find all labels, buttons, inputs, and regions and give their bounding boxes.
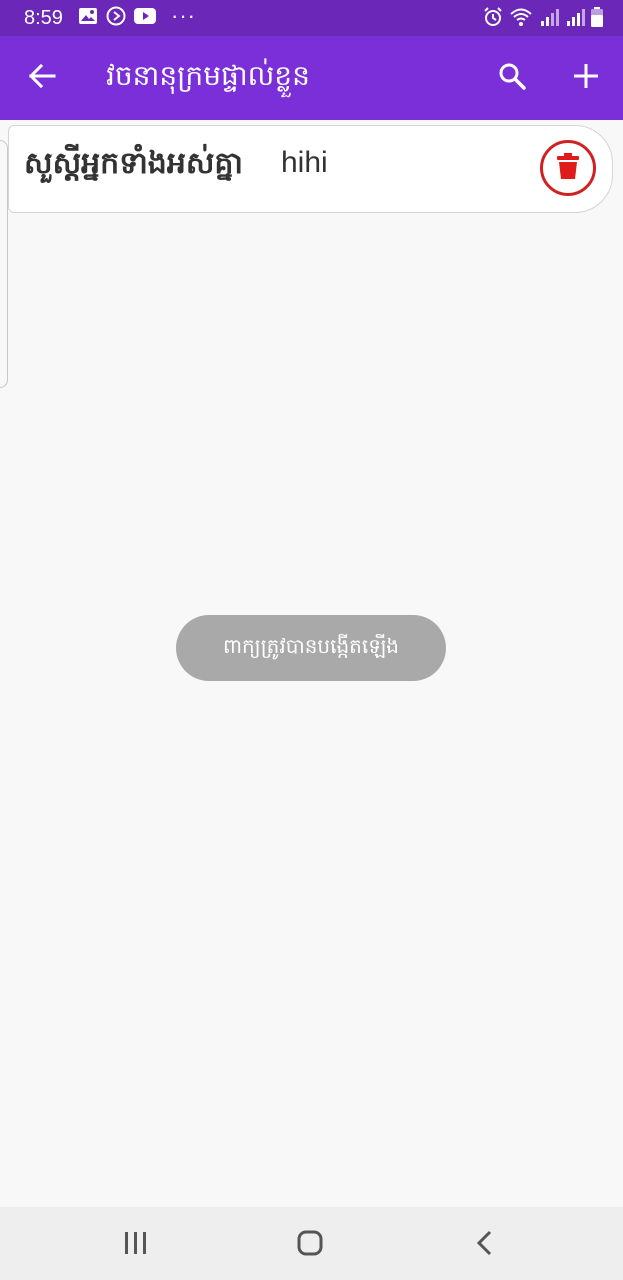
status-bar: 8:59 ··· — [0, 0, 623, 36]
navigation-bar — [0, 1207, 623, 1280]
youtube-icon — [134, 7, 156, 29]
entry-meaning: hihi — [281, 146, 328, 179]
alarm-icon — [483, 7, 503, 32]
home-icon — [297, 1230, 323, 1260]
search-icon — [498, 62, 526, 94]
side-panel-edge — [0, 140, 8, 388]
delete-button[interactable] — [540, 140, 596, 196]
app-bar: វចនានុក្រមផ្ទាល់ខ្លួន — [0, 36, 623, 120]
home-button[interactable] — [290, 1225, 330, 1265]
trash-icon — [557, 153, 579, 183]
recent-apps-icon — [123, 1231, 149, 1259]
back-arrow-icon — [28, 62, 56, 94]
media-icon — [106, 6, 126, 31]
toast-text: ពាក្យត្រូវបានបង្កើតឡើង — [223, 634, 399, 658]
wifi-icon — [509, 7, 533, 32]
page-title: វចនានុក្រមផ្ទាល់ខ្លួន — [106, 59, 310, 92]
back-icon — [475, 1230, 495, 1260]
status-time: 8:59 — [24, 7, 63, 29]
signal-icon — [565, 8, 585, 31]
toast-message: ពាក្យត្រូវបានបង្កើតឡើង — [176, 615, 446, 681]
recent-apps-button[interactable] — [116, 1225, 156, 1265]
search-button[interactable] — [492, 58, 532, 98]
add-word-button[interactable] — [566, 58, 606, 98]
signal-icon — [539, 8, 559, 31]
nav-back-button[interactable] — [465, 1225, 505, 1265]
gallery-icon — [78, 7, 98, 30]
list-item[interactable]: សួស្ដីអ្នកទាំងអស់គ្នា hihi — [8, 125, 613, 213]
entry-word: សួស្ដីអ្នកទាំងអស់គ្នា — [24, 146, 243, 181]
status-system-icons — [483, 7, 603, 32]
battery-icon — [591, 7, 603, 32]
add-icon — [573, 63, 599, 93]
status-notification-icons — [78, 6, 156, 31]
more-notifications-dots: ··· — [171, 3, 196, 28]
back-button[interactable] — [22, 58, 62, 98]
